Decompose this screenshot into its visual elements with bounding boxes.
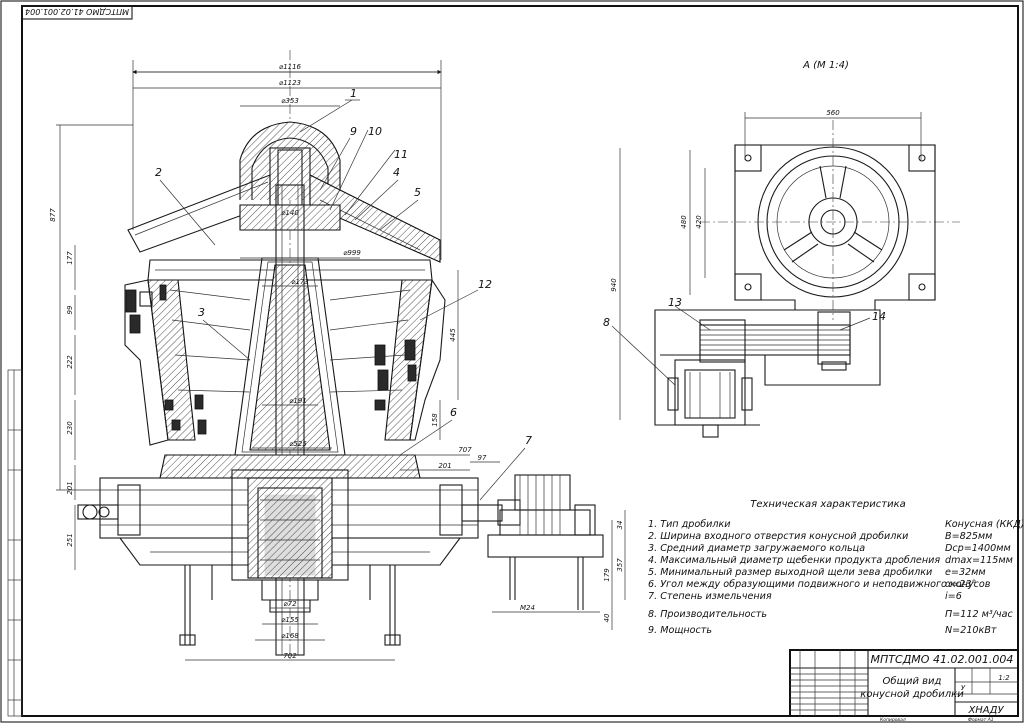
svg-text:201: 201	[438, 462, 451, 470]
svg-text:Копировал: Копировал	[880, 717, 906, 723]
svg-text:4: 4	[393, 166, 400, 179]
drive-side-view: M24 179 357 40 34	[487, 474, 626, 630]
crusher-section: ⌀1116 ⌀1123 ⌀353 877 177 99 222 230 201 …	[49, 50, 521, 661]
svg-text:40: 40	[603, 613, 611, 622]
title-block: МПТСДМО 41.02.001.004 Общий вид конусной…	[789, 649, 1019, 723]
svg-text:560: 560	[826, 109, 840, 117]
svg-text:445: 445	[449, 328, 457, 342]
svg-text:Конусная (ККД): Конусная (ККД)	[945, 519, 1024, 530]
svg-text:⌀999: ⌀999	[343, 249, 361, 257]
svg-text:⌀72: ⌀72	[283, 600, 297, 608]
svg-text:8: 8	[603, 316, 610, 329]
spec-heading: Техническая характеристика	[750, 499, 906, 510]
svg-text:222: 222	[66, 355, 74, 369]
spec-table: Техническая характеристика 1. Тип дробил…	[648, 499, 1024, 636]
svg-text:П=112 м³/час: П=112 м³/час	[945, 609, 1013, 620]
top-stamp: МПТСДМО 41.02.001.004	[21, 5, 133, 20]
svg-text:dmax=115мм: dmax=115мм	[945, 555, 1013, 566]
svg-text:1:2: 1:2	[998, 674, 1010, 682]
svg-text:420: 420	[695, 215, 703, 229]
svg-text:6: 6	[450, 406, 457, 419]
svg-text:707: 707	[458, 446, 472, 454]
svg-text:9. Мощность: 9. Мощность	[648, 625, 712, 636]
svg-text:480: 480	[680, 215, 688, 229]
svg-text:У: У	[961, 684, 966, 692]
svg-text:158: 158	[431, 413, 439, 427]
svg-text:3. Средний диаметр загружаемог: 3. Средний диаметр загружаемого кольца	[648, 543, 865, 554]
svg-text:230: 230	[66, 421, 74, 435]
svg-text:⌀173: ⌀173	[291, 278, 309, 286]
svg-text:2. Ширина входного отверстия к: 2. Ширина входного отверстия конусной др…	[648, 530, 908, 542]
svg-text:9: 9	[350, 125, 357, 138]
technical-drawing-sheet: МПТСДМО 41.02.001.004 ⌀1116 ⌀1123 ⌀353 8…	[0, 0, 1024, 723]
svg-text:B=825мм: B=825мм	[945, 531, 992, 542]
svg-text:⌀155: ⌀155	[281, 616, 299, 624]
svg-text:13: 13	[668, 296, 682, 309]
svg-text:201: 201	[66, 481, 74, 494]
svg-text:M24: M24	[520, 604, 535, 612]
svg-text:177: 177	[66, 251, 74, 265]
svg-text:А (М 1:4): А (М 1:4)	[802, 60, 849, 71]
svg-text:14: 14	[872, 310, 886, 323]
svg-text:3: 3	[198, 306, 205, 319]
view-a: А (М 1:4) 560 480 420 940	[610, 60, 960, 438]
svg-text:2: 2	[155, 166, 162, 179]
sheet-frame	[0, 0, 1024, 723]
svg-text:i=6: i=6	[945, 591, 962, 602]
svg-text:⌀140: ⌀140	[281, 209, 299, 217]
svg-text:251: 251	[66, 533, 74, 546]
svg-text:877: 877	[49, 208, 57, 222]
svg-text:e=32мм: e=32мм	[945, 567, 986, 578]
svg-text:α=23°: α=23°	[945, 579, 976, 590]
svg-text:702: 702	[283, 652, 297, 660]
svg-text:N=210кВт: N=210кВт	[945, 625, 997, 636]
title-block-org: ХНАДУ	[967, 705, 1004, 716]
title-block-code: МПТСДМО 41.02.001.004	[871, 653, 1014, 666]
svg-text:5. Минимальный размер выходной: 5. Минимальный размер выходной щели зева…	[648, 566, 932, 578]
svg-text:⌀191: ⌀191	[289, 397, 307, 405]
svg-text:97: 97	[478, 454, 487, 462]
title-block-name1: Общий вид	[883, 675, 942, 687]
svg-text:4. Максимальный диаметр щебенк: 4. Максимальный диаметр щебенки продукта…	[648, 554, 940, 566]
svg-text:⌀168: ⌀168	[281, 632, 299, 640]
svg-text:1: 1	[350, 87, 357, 100]
svg-text:5: 5	[414, 186, 421, 199]
svg-text:10: 10	[368, 125, 382, 138]
svg-text:940: 940	[610, 278, 618, 292]
svg-text:1. Тип дробилки: 1. Тип дробилки	[648, 518, 731, 530]
svg-text:12: 12	[478, 278, 492, 291]
title-block-name2: конусной дробилки	[860, 688, 964, 700]
svg-text:357: 357	[616, 558, 624, 572]
svg-text:Dср=1400мм: Dср=1400мм	[945, 543, 1011, 554]
svg-text:6. Угол между образующими подв: 6. Угол между образующими подвижного и н…	[648, 578, 991, 590]
top-stamp-code: МПТСДМО 41.02.001.004	[25, 7, 129, 16]
svg-text:⌀525: ⌀525	[289, 440, 307, 448]
svg-text:11: 11	[394, 148, 408, 161]
svg-text:99: 99	[66, 305, 74, 314]
spec-rows: 1. Тип дробилки Конусная (ККД) 2. Ширина…	[648, 518, 1024, 636]
svg-text:7. Степень измельчения: 7. Степень измельчения	[648, 591, 772, 602]
svg-text:179: 179	[603, 568, 611, 582]
svg-text:7: 7	[525, 434, 532, 447]
svg-text:Формат А1: Формат А1	[968, 717, 994, 723]
svg-text:8. Производительность: 8. Производительность	[648, 609, 767, 620]
svg-text:34: 34	[616, 521, 624, 530]
